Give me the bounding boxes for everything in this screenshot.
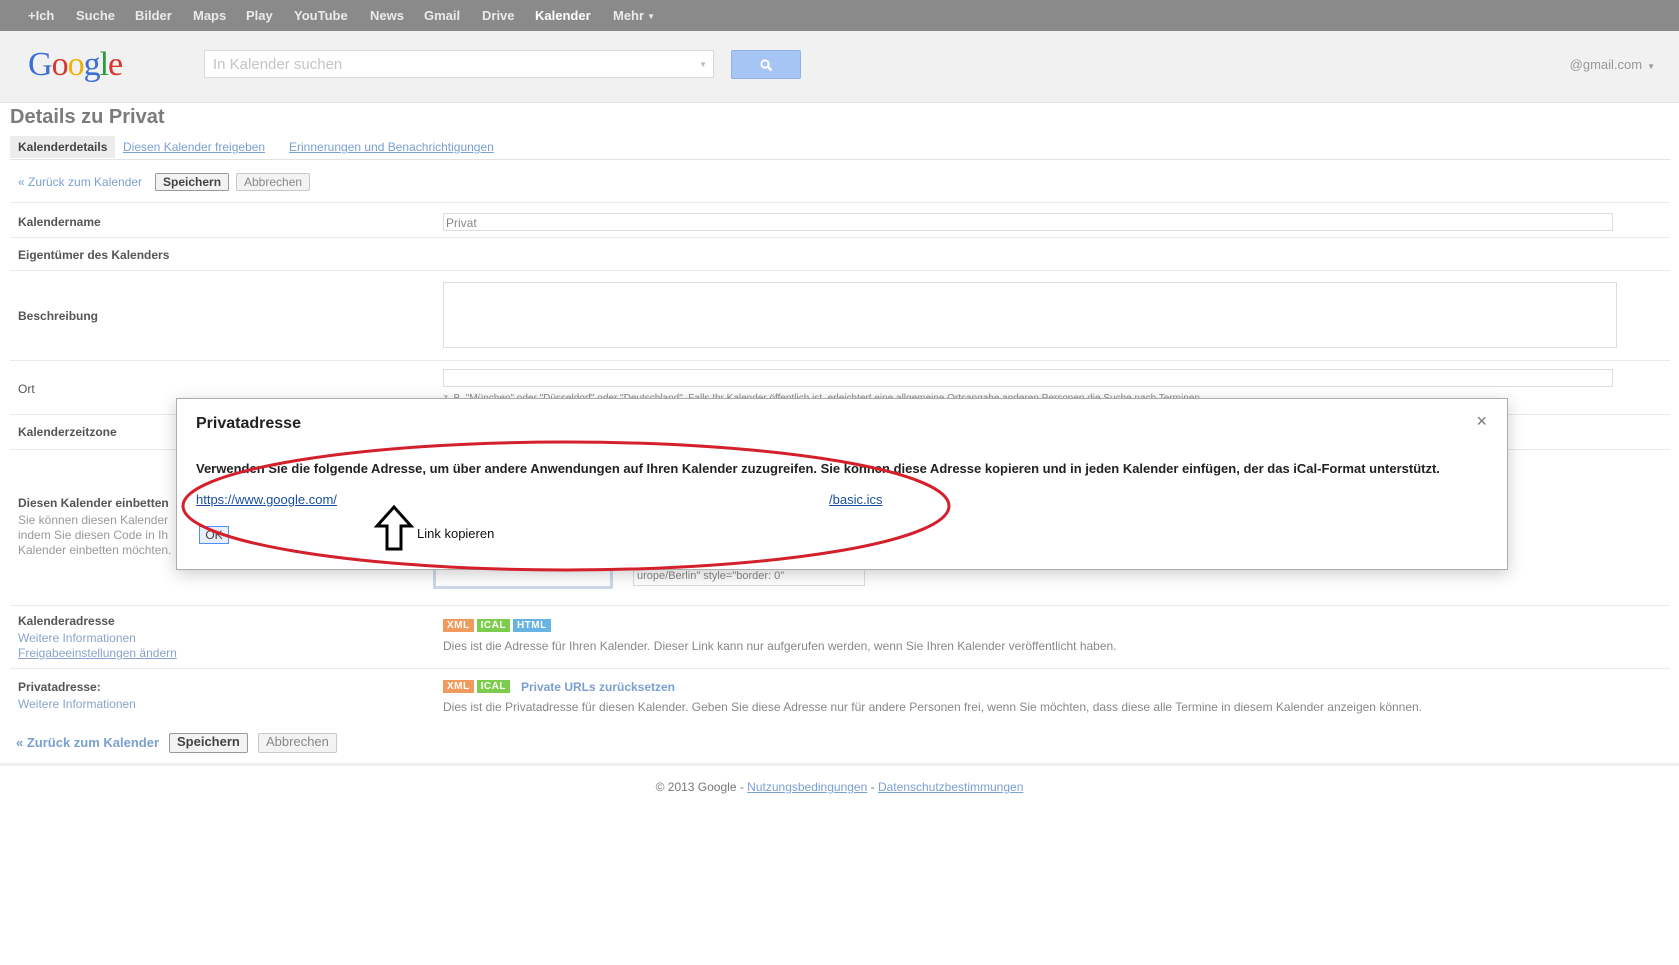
copyright: © 2013 Google - [655, 780, 744, 794]
chevron-down-icon: ▼ [647, 12, 655, 22]
search-input[interactable] [205, 51, 701, 77]
ort-label: Ort [18, 382, 35, 396]
header: Google ▼ @gmail.com ▼ [0, 31, 1679, 103]
topbar-item-play[interactable]: Play [246, 8, 273, 23]
footer-divider [0, 763, 1679, 766]
google-logo[interactable]: Google [28, 46, 123, 84]
dialog-title: Privatadresse [196, 415, 301, 432]
xml-badge[interactable]: XML [443, 619, 474, 633]
page-title: Details zu Privat [10, 106, 165, 128]
google-bar: +Ich Suche Bilder Maps Play YouTube News… [0, 0, 1679, 32]
ort-input[interactable] [443, 369, 1613, 387]
row-kalendername: Kalendername Privat [10, 202, 1670, 238]
topbar-item-gmail[interactable]: Gmail [424, 8, 460, 23]
footer: © 2013 Google - Nutzungsbedingungen - Da… [0, 780, 1679, 794]
kalendername-label: Kalendername [18, 215, 101, 229]
terms-link[interactable]: Nutzungsbedingungen [747, 780, 867, 794]
topbar-item-suche[interactable]: Suche [76, 8, 115, 23]
topbar-item-plus[interactable]: +Ich [28, 8, 54, 23]
zeitzone-label: Kalenderzeitzone [18, 425, 117, 439]
mehr-label: Mehr [613, 8, 645, 23]
privatadresse-desc: Dies ist die Privatadresse für diesen Ka… [443, 700, 1423, 714]
kalenderadresse-more-link[interactable]: Weitere Informationen [18, 631, 136, 645]
account-email: @gmail.com [1569, 57, 1643, 72]
topbar-item-drive[interactable]: Drive [482, 8, 515, 23]
search-icon [760, 59, 773, 72]
kalenderadresse-badges: XML ICAL HTML [443, 618, 554, 633]
chevron-down-icon: ▼ [1647, 62, 1655, 71]
beschreibung-textarea[interactable] [443, 282, 1617, 348]
ical-badge[interactable]: ICAL [476, 619, 510, 633]
row-beschreibung: Beschreibung [10, 270, 1670, 361]
tab-kalenderdetails[interactable]: Kalenderdetails [10, 136, 116, 158]
search-options-chevron-icon[interactable]: ▼ [699, 60, 707, 69]
topbar-item-kalender[interactable]: Kalender [535, 8, 591, 23]
back-to-calendar-link[interactable]: « Zurück zum Kalender [18, 175, 142, 189]
row-privatadresse: Privatadresse: Weitere Informationen XML… [10, 668, 1670, 723]
kalenderadresse-label: Kalenderadresse [18, 614, 115, 628]
topbar-item-youtube[interactable]: YouTube [294, 8, 348, 23]
html-badge[interactable]: HTML [512, 619, 551, 633]
save-button[interactable]: Speichern [155, 173, 230, 191]
row-kalenderadresse: Kalenderadresse Weitere Informationen Fr… [10, 605, 1670, 669]
ical-badge[interactable]: ICAL [476, 680, 510, 694]
eigentuemer-label: Eigentümer des Kalenders [18, 248, 170, 262]
einbetten-desc-2: indem Sie diesen Code in Ih [18, 528, 169, 542]
beschreibung-label: Beschreibung [18, 309, 99, 323]
privacy-link[interactable]: Datenschutzbestimmungen [878, 780, 1023, 794]
save-button[interactable]: Speichern [169, 733, 248, 753]
search-button[interactable] [731, 50, 801, 79]
footer-separator: - [870, 780, 875, 794]
einbetten-desc-3: Kalender einbetten möchten. [18, 543, 172, 557]
close-icon[interactable]: × [1476, 411, 1487, 432]
privatadresse-label: Privatadresse: [18, 680, 101, 694]
einbetten-label: Diesen Kalender einbetten [18, 496, 169, 510]
search-box: ▼ [204, 50, 714, 78]
tab-divider [10, 159, 1670, 160]
tab-kalender-freigeben[interactable]: Diesen Kalender freigeben [123, 136, 265, 158]
private-urls-reset-link[interactable]: Private URLs zurücksetzen [521, 680, 675, 694]
topbar-item-maps[interactable]: Maps [193, 8, 226, 23]
back-to-calendar-link[interactable]: « Zurück zum Kalender [16, 735, 159, 750]
cancel-button[interactable]: Abbrechen [236, 173, 311, 191]
topbar-item-bilder[interactable]: Bilder [135, 8, 172, 23]
row-eigentuemer: Eigentümer des Kalenders [10, 237, 1670, 271]
account-menu[interactable]: @gmail.com ▼ [1570, 57, 1655, 72]
cancel-button[interactable]: Abbrechen [258, 733, 337, 753]
freigabe-aendern-link[interactable]: Freigabeeinstellungen ändern [18, 646, 177, 660]
xml-badge[interactable]: XML [443, 680, 474, 694]
topbar-item-mehr[interactable]: Mehr ▼ [613, 8, 655, 23]
einbetten-desc-1: Sie können diesen Kalender [18, 513, 169, 527]
kalendername-input[interactable]: Privat [443, 213, 1613, 231]
kalenderadresse-desc: Dies ist die Adresse für Ihren Kalender.… [443, 639, 1117, 653]
privatadresse-more-link[interactable]: Weitere Informationen [18, 697, 136, 711]
privatadresse-badges: XML ICAL Private URLs zurücksetzen [443, 679, 675, 694]
annotation-ellipse [181, 440, 951, 572]
tab-erinnerungen[interactable]: Erinnerungen und Benachrichtigungen [289, 136, 494, 158]
topbar-item-news[interactable]: News [370, 8, 404, 23]
